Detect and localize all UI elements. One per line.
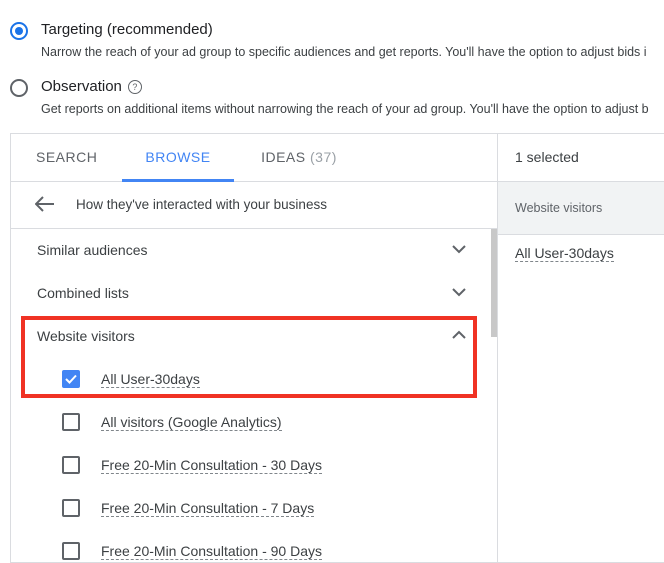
section-combined-lists[interactable]: Combined lists (11, 272, 497, 315)
selected-count: 1 selected (515, 149, 579, 165)
targeting-radio[interactable] (10, 22, 28, 40)
checkbox[interactable] (62, 413, 80, 431)
chevron-down-icon[interactable] (451, 286, 467, 298)
section-website-visitors[interactable]: Website visitors (11, 315, 497, 358)
section-similar-audiences[interactable]: Similar audiences (11, 229, 497, 272)
list-item-label[interactable]: Free 20-Min Consultation - 90 Days (101, 543, 322, 560)
list-item-label[interactable]: All User-30days (101, 371, 200, 388)
tab-search[interactable]: SEARCH (36, 134, 97, 181)
observation-option[interactable]: Observation ? Get reports on additional … (10, 77, 649, 117)
targeting-description: Narrow the reach of your ad group to spe… (41, 45, 647, 59)
targeting-title: Targeting (recommended) (41, 21, 213, 38)
tab-bar: SEARCH BROWSE IDEAS (37) (11, 134, 497, 182)
scrollbar-thumb[interactable] (491, 229, 497, 337)
list-item[interactable]: All visitors (Google Analytics) (11, 401, 497, 444)
checkbox[interactable] (62, 499, 80, 517)
observation-description: Get reports on additional items without … (41, 102, 649, 116)
list-item[interactable]: All User-30days (11, 358, 497, 401)
audience-list: Similar audiences Combined lists Website… (11, 229, 497, 562)
observation-title: Observation (41, 78, 122, 95)
help-circle-icon[interactable]: ? (127, 80, 142, 94)
list-item[interactable]: Free 20-Min Consultation - 7 Days (11, 487, 497, 530)
targeting-option[interactable]: Targeting (recommended) Narrow the reach… (10, 20, 647, 60)
chevron-up-icon[interactable] (451, 329, 467, 341)
observation-radio[interactable] (10, 79, 28, 97)
tab-browse[interactable]: BROWSE (122, 134, 234, 182)
tab-ideas-label: IDEAS (261, 149, 306, 165)
selected-item[interactable]: All User-30days (515, 245, 614, 262)
section-label: Similar audiences (37, 242, 148, 258)
chevron-down-icon[interactable] (451, 243, 467, 255)
audience-browser: SEARCH BROWSE IDEAS (37) How they've int… (10, 133, 498, 563)
checkbox[interactable] (62, 456, 80, 474)
arrow-left-icon[interactable] (35, 196, 55, 212)
list-item-label[interactable]: Free 20-Min Consultation - 30 Days (101, 457, 322, 474)
section-label: Combined lists (37, 285, 129, 301)
tab-ideas-count: (37) (310, 149, 337, 165)
list-item[interactable]: Free 20-Min Consultation - 30 Days (11, 444, 497, 487)
list-item-label[interactable]: Free 20-Min Consultation - 7 Days (101, 500, 315, 517)
checkbox[interactable] (62, 542, 80, 560)
list-item[interactable]: Free 20-Min Consultation - 90 Days (11, 530, 497, 562)
checkmark-icon (65, 374, 77, 384)
section-label: Website visitors (37, 328, 135, 344)
selected-group-header: Website visitors (498, 182, 664, 235)
checkbox-checked[interactable] (62, 370, 80, 388)
selected-header: 1 selected (498, 134, 664, 182)
tab-ideas[interactable]: IDEAS (37) (259, 134, 339, 181)
breadcrumb: How they've interacted with your busines… (11, 182, 497, 229)
list-item-label[interactable]: All visitors (Google Analytics) (101, 414, 282, 431)
breadcrumb-label: How they've interacted with your busines… (76, 197, 327, 212)
selected-group-label: Website visitors (515, 201, 603, 215)
selected-panel: 1 selected Website visitors All User-30d… (498, 133, 664, 563)
